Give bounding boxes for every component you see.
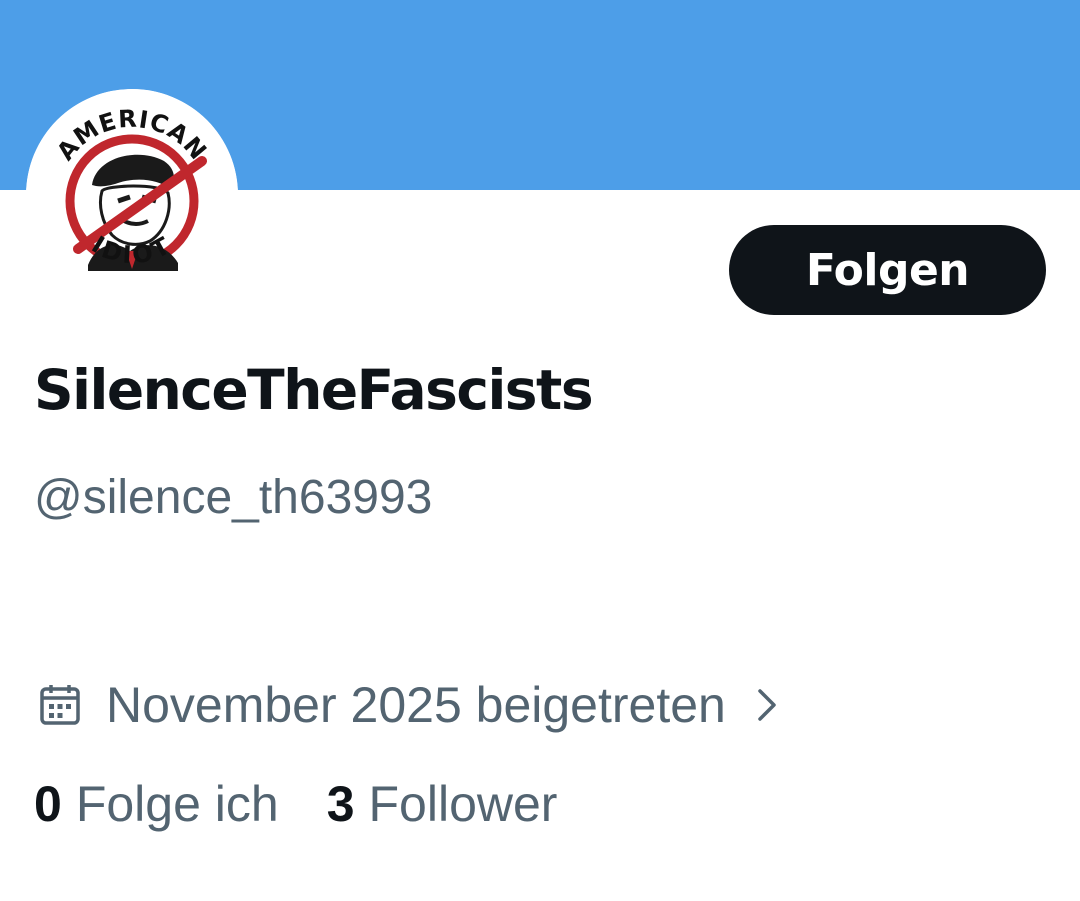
- profile-header: AMERICAN IDIOT Folgen SilenceTheFascists…: [0, 0, 1080, 901]
- following-label: Folge ich: [75, 776, 279, 832]
- followers-count: 3: [326, 776, 355, 832]
- user-handle: @silence_th63993: [34, 471, 433, 524]
- follow-button-label: Folgen: [805, 244, 970, 296]
- followers-label: Follower: [368, 776, 558, 832]
- chevron-right-icon: [758, 689, 776, 721]
- joined-date-row[interactable]: November 2025 beigetreten: [38, 673, 782, 737]
- following-count: 0: [34, 776, 62, 832]
- display-name: SilenceTheFascists: [34, 358, 594, 422]
- avatar[interactable]: AMERICAN IDIOT: [26, 89, 238, 301]
- following-stat[interactable]: 0 Folge ich: [34, 775, 279, 833]
- follow-stats: 0 Folge ich 3 Follower: [34, 775, 557, 833]
- calendar-icon: [40, 685, 80, 725]
- avatar-logo-image: AMERICAN IDIOT: [26, 89, 238, 301]
- joined-date-text: November 2025 beigetreten: [106, 677, 726, 733]
- followers-stat[interactable]: 3 Follower: [327, 775, 558, 833]
- follow-button[interactable]: Folgen: [729, 225, 1046, 315]
